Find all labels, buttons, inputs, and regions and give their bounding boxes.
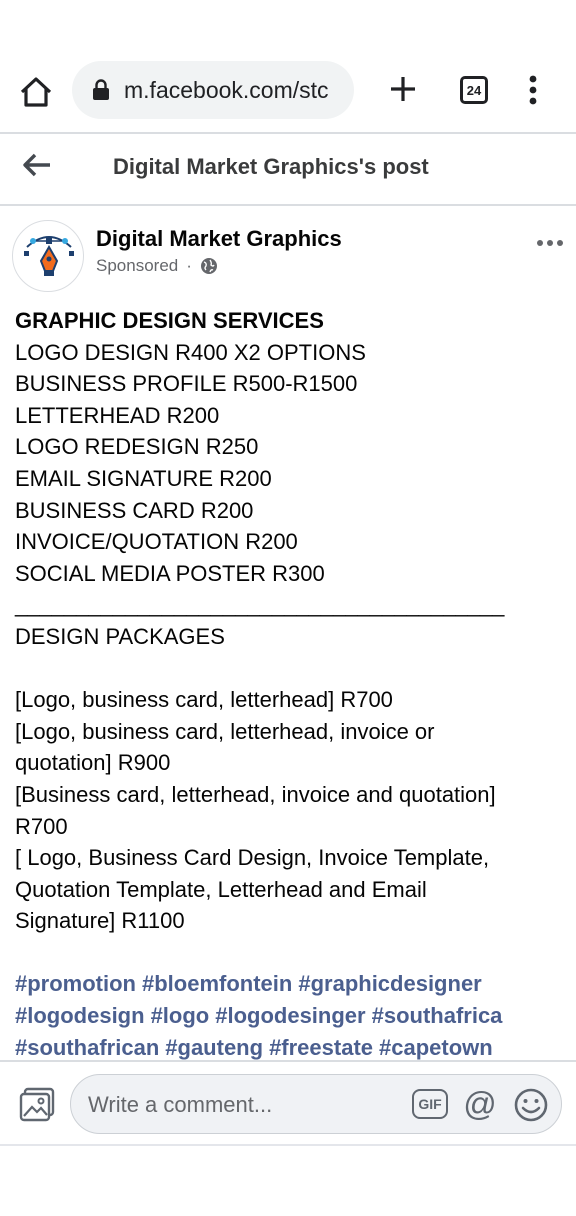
hashtag-line: #southafrican #gauteng #freestate #capetown — [15, 1032, 565, 1064]
page-name[interactable]: Digital Market Graphics — [96, 226, 342, 252]
hashtag-line: #promotion #bloemfontein #graphicdesigner — [15, 968, 565, 1000]
post-text-line: LETTERHEAD R200 — [15, 402, 220, 428]
post-text-line: EMAIL SIGNATURE R200 — [15, 465, 272, 491]
post-text-line: quotation] R900 — [15, 750, 171, 776]
sponsored-text: Sponsored — [96, 256, 179, 275]
post-text: GRAPHIC DESIGN SERVICES LOGO DESIGN R400 … — [15, 305, 565, 968]
new-tab-icon[interactable] — [388, 74, 418, 104]
post-text-line: Quotation Template, Letterhead and Email — [15, 876, 427, 902]
post-text-line: DESIGN PACKAGES — [15, 623, 225, 649]
status-bar — [0, 0, 576, 58]
mention-symbol: @ — [463, 1085, 497, 1122]
post-text-line: BUSINESS CARD R200 — [15, 497, 254, 523]
hashtag-link[interactable]: #southafrica — [372, 1003, 503, 1028]
page-title: Digital Market Graphics's post — [113, 154, 429, 179]
hashtags: #promotion #bloemfontein #graphicdesigner #… — [15, 968, 565, 1063]
post-text-line: ________________________________________ — [15, 592, 505, 618]
hashtag-link[interactable]: #logodesinger — [215, 1003, 365, 1028]
menu-icon[interactable] — [526, 74, 540, 106]
post-text-line: Signature] R1100 — [15, 908, 185, 934]
post-text-line: LOGO DESIGN R400 X2 OPTIONS — [15, 339, 366, 365]
url-text: m.facebook.com/stc — [124, 76, 329, 103]
emoji-icon[interactable] — [513, 1087, 549, 1123]
hashtag-link[interactable]: #logodesign — [15, 1003, 145, 1028]
hashtag-link[interactable]: #gauteng — [165, 1035, 263, 1060]
photo-icon[interactable] — [18, 1086, 56, 1122]
divider — [0, 204, 576, 206]
post-header: Digital Market Graphics's post — [0, 134, 576, 204]
post-text-line: R700 — [15, 813, 68, 839]
globe-icon — [200, 258, 217, 274]
tab-switcher-icon[interactable]: 24 — [460, 76, 488, 104]
hashtag-link[interactable]: #logo — [151, 1003, 210, 1028]
post-text-line — [15, 653, 565, 685]
gif-label: GIF — [418, 1096, 442, 1112]
home-icon[interactable] — [18, 74, 54, 110]
post-text-line: [Logo, business card, letterhead] R700 — [15, 687, 393, 713]
hashtag-link[interactable]: #promotion — [15, 971, 136, 996]
post-text-line: [Business card, letterhead, invoice and … — [15, 781, 496, 807]
post-text-line: [ Logo, Business Card Design, Invoice Te… — [15, 845, 490, 871]
post-text-line: BUSINESS PROFILE R500-R1500 — [15, 371, 358, 397]
back-arrow-icon[interactable] — [22, 152, 52, 178]
hashtag-link[interactable]: #bloemfontein — [142, 971, 292, 996]
hashtag-line: #logodesign #logo #logodesinger #southafric… — [15, 1000, 565, 1032]
hashtag-link[interactable]: #southafrican — [15, 1035, 159, 1060]
post-text-line: LOGO REDESIGN R250 — [15, 434, 259, 460]
post-text-line: INVOICE/QUOTATION R200 — [15, 529, 298, 555]
comment-input[interactable]: Write a comment... GIF @ — [70, 1074, 562, 1134]
comment-bar: Write a comment... GIF @ — [0, 1060, 576, 1146]
lock-icon — [93, 79, 109, 100]
post-text-line: [Logo, business card, letterhead, invoic… — [15, 718, 435, 744]
gif-icon[interactable]: GIF — [412, 1089, 448, 1119]
browser-toolbar: m.facebook.com/stc 24 — [0, 58, 576, 124]
hashtag-link[interactable]: #capetown — [379, 1035, 493, 1060]
tab-count: 24 — [466, 82, 482, 98]
avatar[interactable] — [12, 220, 84, 292]
post-text-line — [15, 937, 565, 969]
post-text-line: SOCIAL MEDIA POSTER R300 — [15, 560, 325, 586]
more-options-icon[interactable] — [536, 238, 564, 248]
hashtag-link[interactable]: #freestate — [269, 1035, 373, 1060]
sponsored-label: Sponsored · — [96, 256, 218, 276]
comment-placeholder: Write a comment... — [88, 1092, 273, 1117]
post-text-line: GRAPHIC DESIGN SERVICES — [15, 308, 324, 333]
pen-tool-logo-icon — [24, 236, 74, 276]
separator-dot: · — [186, 256, 192, 275]
address-bar[interactable]: m.facebook.com/stc — [72, 61, 354, 119]
hashtag-link[interactable]: #graphicdesigner — [298, 971, 481, 996]
mention-icon[interactable]: @ — [462, 1087, 498, 1123]
post-body: GRAPHIC DESIGN SERVICES LOGO DESIGN R400 … — [15, 305, 565, 1063]
